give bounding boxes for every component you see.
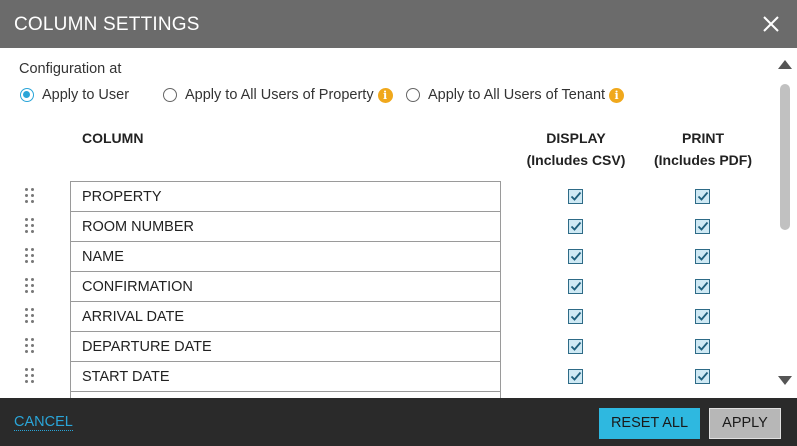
reset-all-button[interactable]: RESET ALL xyxy=(599,408,700,439)
display-checkbox[interactable] xyxy=(568,249,583,264)
apply-button[interactable]: APPLY xyxy=(709,408,781,439)
table-row xyxy=(0,391,797,398)
table-row: DEPARTURE DATE xyxy=(0,331,797,361)
column-name: PROPERTY xyxy=(70,181,501,211)
column-name: DEPARTURE DATE xyxy=(70,331,501,361)
table-row: NAME xyxy=(0,241,797,271)
scroll-up-arrow[interactable] xyxy=(778,60,792,69)
drag-handle-icon[interactable] xyxy=(25,308,37,324)
close-icon[interactable] xyxy=(759,12,783,36)
display-checkbox[interactable] xyxy=(568,369,583,384)
display-checkbox[interactable] xyxy=(568,189,583,204)
drag-handle-icon[interactable] xyxy=(25,218,37,234)
table-row: PROPERTY xyxy=(0,181,797,211)
print-checkbox[interactable] xyxy=(695,249,710,264)
drag-handle-icon[interactable] xyxy=(25,338,37,354)
print-checkbox[interactable] xyxy=(695,369,710,384)
print-header: PRINT (Includes PDF) xyxy=(647,127,759,171)
column-name: CONFIRMATION xyxy=(70,271,501,301)
print-header-title: PRINT xyxy=(682,130,724,146)
print-checkbox[interactable] xyxy=(695,189,710,204)
radio-button[interactable] xyxy=(163,88,177,102)
radio-button[interactable] xyxy=(20,88,34,102)
radio-button[interactable] xyxy=(406,88,420,102)
display-header: DISPLAY (Includes CSV) xyxy=(520,127,632,171)
display-checkbox[interactable] xyxy=(568,279,583,294)
configuration-label: Configuration at xyxy=(19,61,122,77)
column-settings-dialog: COLUMN SETTINGS Configuration at Apply t… xyxy=(0,0,797,446)
radio-apply-to-tenant[interactable]: Apply to All Users of Tenant i xyxy=(406,87,625,103)
radio-apply-to-property[interactable]: Apply to All Users of Property i xyxy=(163,87,393,103)
display-header-title: DISPLAY xyxy=(546,130,606,146)
radio-label: Apply to All Users of Property xyxy=(185,87,374,103)
column-name: ARRIVAL DATE xyxy=(70,301,501,331)
scroll-down-arrow[interactable] xyxy=(778,376,792,385)
dialog-header: COLUMN SETTINGS xyxy=(0,0,797,48)
column-name: START DATE xyxy=(70,361,501,391)
scrollbar-thumb[interactable] xyxy=(780,84,790,230)
info-icon[interactable]: i xyxy=(609,87,625,103)
print-header-sub: (Includes PDF) xyxy=(653,152,752,168)
display-checkbox[interactable] xyxy=(568,219,583,234)
column-name: NAME xyxy=(70,241,501,271)
radio-label: Apply to User xyxy=(42,87,130,103)
info-icon[interactable]: i xyxy=(377,87,393,103)
column-name xyxy=(70,391,501,398)
display-checkbox[interactable] xyxy=(568,339,583,354)
dialog-footer: CANCEL RESET ALL APPLY xyxy=(0,398,797,446)
print-checkbox[interactable] xyxy=(695,339,710,354)
drag-handle-icon[interactable] xyxy=(25,248,37,264)
radio-label: Apply to All Users of Tenant xyxy=(428,87,606,103)
display-header-sub: (Includes CSV) xyxy=(526,152,626,168)
table-row: CONFIRMATION xyxy=(0,271,797,301)
table-row: ROOM NUMBER xyxy=(0,211,797,241)
print-checkbox[interactable] xyxy=(695,309,710,324)
drag-handle-icon[interactable] xyxy=(25,278,37,294)
drag-handle-icon[interactable] xyxy=(25,368,37,384)
column-header: COLUMN xyxy=(82,130,144,146)
cancel-link[interactable]: CANCEL xyxy=(14,414,73,431)
drag-handle-icon[interactable] xyxy=(25,188,37,204)
table-row: START DATE xyxy=(0,361,797,391)
print-checkbox[interactable] xyxy=(695,219,710,234)
radio-apply-to-user[interactable]: Apply to User xyxy=(20,87,129,103)
dialog-body: Configuration at Apply to User Apply to … xyxy=(0,48,797,398)
dialog-title: COLUMN SETTINGS xyxy=(14,14,200,35)
column-name: ROOM NUMBER xyxy=(70,211,501,241)
display-checkbox[interactable] xyxy=(568,309,583,324)
table-row: ARRIVAL DATE xyxy=(0,301,797,331)
print-checkbox[interactable] xyxy=(695,279,710,294)
